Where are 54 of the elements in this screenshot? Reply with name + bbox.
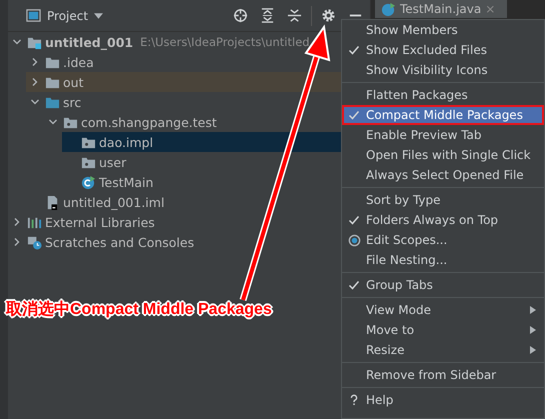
collapsed-chevron-icon[interactable] xyxy=(30,57,40,67)
menu-item[interactable]: Always Select Opened File xyxy=(342,165,544,185)
scratches-icon xyxy=(27,234,42,250)
submenu-arrow-icon xyxy=(530,346,536,354)
expanded-chevron-icon[interactable] xyxy=(12,37,22,47)
panel-title[interactable]: Project xyxy=(47,8,88,22)
tree-item[interactable]: com.shangpange.test xyxy=(81,114,217,130)
menu-item[interactable]: Open Files with Single Click xyxy=(342,145,544,165)
menu-item[interactable]: Show Members xyxy=(342,20,544,40)
tree-item[interactable]: user xyxy=(99,154,126,170)
menu-item[interactable]: Enable Preview Tab xyxy=(342,125,544,145)
tree-item[interactable]: Scratches and Consoles xyxy=(45,234,194,250)
menu-item[interactable]: Edit Scopes... xyxy=(342,230,544,250)
dropdown-caret-icon[interactable] xyxy=(94,12,104,18)
collapsed-chevron-icon[interactable] xyxy=(12,237,22,247)
menu-item[interactable]: Compact Middle Packages xyxy=(342,105,544,125)
menu-item[interactable]: Group Tabs xyxy=(342,275,544,295)
annotation-text: 取消选中Compact Middle Packages xyxy=(6,300,272,320)
collapsed-chevron-icon[interactable] xyxy=(12,217,22,227)
tree-item[interactable]: src xyxy=(63,94,82,110)
expanded-chevron-icon[interactable] xyxy=(30,97,40,107)
menu-item[interactable]: Flatten Packages xyxy=(342,85,544,105)
crosshair-icon[interactable] xyxy=(233,8,248,23)
class-icon xyxy=(81,174,96,190)
menu-item[interactable]: Sort by Type xyxy=(342,190,544,210)
menu-item[interactable]: Show Visibility Icons xyxy=(342,60,544,80)
tree-item[interactable]: TestMain xyxy=(99,174,154,190)
submenu-arrow-icon xyxy=(530,306,536,314)
submenu-arrow-icon xyxy=(530,326,536,334)
window-icon xyxy=(26,8,41,23)
tree-item[interactable]: dao.impl xyxy=(99,134,154,150)
expanded-chevron-icon[interactable] xyxy=(48,117,58,127)
file-icon xyxy=(45,194,60,210)
expand-all-icon[interactable] xyxy=(260,8,275,23)
tree-item[interactable]: out xyxy=(63,74,84,90)
tree-item[interactable]: untitled_001.iml xyxy=(63,194,164,210)
menu-item[interactable]: Show Excluded Files xyxy=(342,40,544,60)
menu-item[interactable]: Folders Always on Top xyxy=(342,210,544,230)
collapsed-chevron-icon[interactable] xyxy=(30,77,40,87)
class-icon xyxy=(381,2,396,16)
menu-item[interactable]: Remove from Sidebar xyxy=(342,365,544,385)
editor-tab[interactable]: TestMain.java × xyxy=(375,0,507,18)
tree-item[interactable]: untitled_001 xyxy=(45,34,134,50)
menu-item[interactable]: Resize xyxy=(342,340,544,360)
menu-item[interactable]: Move to xyxy=(342,320,544,340)
collapse-all-icon[interactable] xyxy=(287,8,302,23)
tree-item[interactable]: External Libraries xyxy=(45,214,155,230)
help-icon xyxy=(348,394,360,406)
settings-icon[interactable] xyxy=(321,8,336,23)
menu-item[interactable]: File Nesting... xyxy=(342,250,544,270)
menu-item[interactable]: View Mode xyxy=(342,300,544,320)
project-path: E:\Users\IdeaProjects\untitled xyxy=(140,35,310,49)
menu-item[interactable]: Help xyxy=(342,390,544,410)
tree-item[interactable]: .idea xyxy=(63,54,94,70)
